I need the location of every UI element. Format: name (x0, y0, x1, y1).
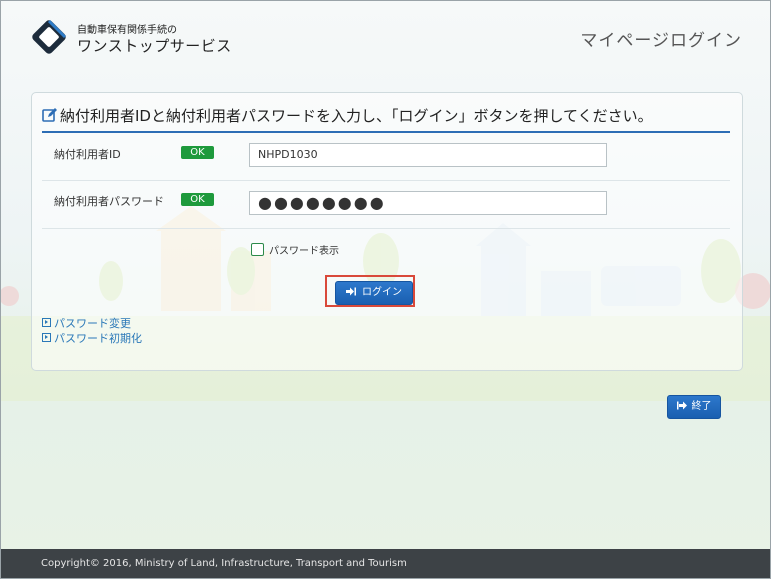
password-masked-value: ●●●●●●●● (258, 193, 386, 212)
password-input[interactable]: ●●●●●●●● (249, 191, 607, 215)
play-square-icon (42, 333, 51, 342)
brand-title: ワンストップサービス (77, 37, 232, 55)
row-divider (42, 180, 730, 181)
copyright-text: Copyright© 2016, Ministry of Land, Infra… (41, 558, 407, 569)
user-id-status-badge: OK (181, 146, 214, 159)
form-heading-text: 納付利用者IDと納付利用者パスワードを入力し、「ログイン」ボタンを押してください… (60, 107, 653, 125)
row-divider (42, 228, 730, 229)
login-button-label: ログイン (362, 287, 402, 298)
diamond-logo-icon (32, 19, 67, 54)
change-password-link[interactable]: パスワード変更 (42, 315, 142, 330)
footer: Copyright© 2016, Ministry of Land, Infra… (1, 549, 770, 578)
reset-password-link[interactable]: パスワード初期化 (42, 330, 142, 345)
login-button[interactable]: ログイン (335, 281, 413, 305)
show-password-option: パスワード表示 (251, 242, 339, 257)
user-id-input[interactable]: NHPD1030 (249, 143, 607, 167)
brand-subtitle: 自動車保有関係手続の (77, 25, 177, 36)
sign-out-icon (676, 401, 687, 410)
change-password-link-text: パスワード変更 (54, 317, 131, 330)
login-card: 納付利用者IDと納付利用者パスワードを入力し、「ログイン」ボタンを押してください… (31, 92, 743, 371)
user-id-value: NHPD1030 (258, 148, 318, 161)
reset-password-link-text: パスワード初期化 (54, 332, 142, 345)
password-status-badge: OK (181, 193, 214, 206)
exit-button-label: 終了 (691, 401, 712, 412)
show-password-checkbox[interactable] (251, 243, 264, 256)
user-id-label: 納付利用者ID (54, 148, 121, 161)
page-title: マイページログイン (580, 31, 742, 51)
page: 自動車保有関係手続の ワンストップサービス マイページログイン 納付利用者IDと… (0, 0, 771, 579)
exit-button[interactable]: 終了 (667, 395, 721, 419)
account-links: パスワード変更 パスワード初期化 (42, 315, 142, 345)
edit-icon (42, 108, 57, 122)
sign-in-icon (346, 287, 356, 296)
show-password-label: パスワード表示 (269, 246, 339, 257)
play-square-icon (42, 318, 51, 327)
password-label: 納付利用者パスワード (54, 195, 164, 208)
form-heading: 納付利用者IDと納付利用者パスワードを入力し、「ログイン」ボタンを押してください… (42, 103, 730, 133)
